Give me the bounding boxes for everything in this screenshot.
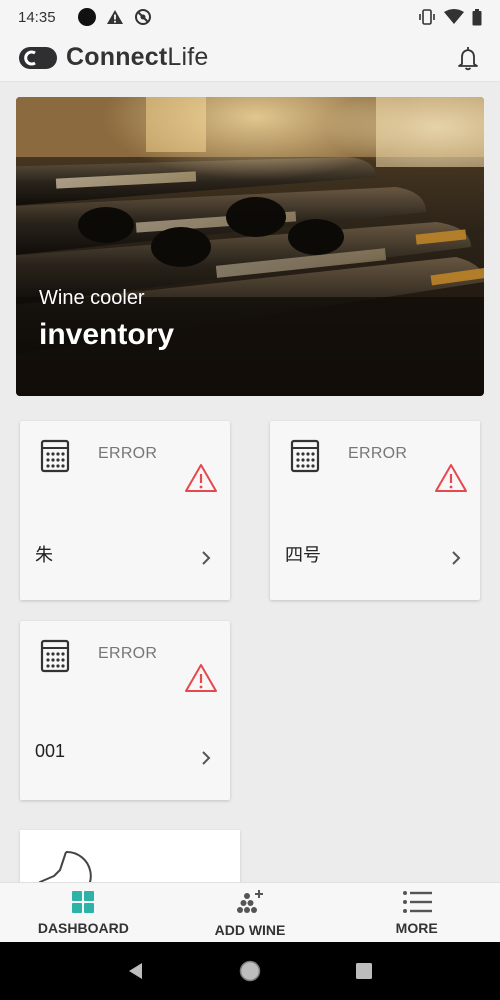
alert-icon bbox=[106, 10, 123, 24]
nav-add-wine[interactable]: ADD WINE bbox=[167, 883, 334, 942]
chevron-right-icon bbox=[202, 751, 211, 765]
device-name: 朱 bbox=[35, 545, 53, 565]
status-time: 14:35 bbox=[18, 8, 56, 26]
nav-more-label: MORE bbox=[395, 919, 438, 936]
app-header: ConnectLife bbox=[0, 34, 500, 82]
nav-more[interactable]: MORE bbox=[333, 883, 500, 942]
banner-text: Wine cooler inventory bbox=[39, 287, 174, 352]
add-wine-icon bbox=[237, 889, 263, 913]
system-navigation-bar bbox=[0, 942, 500, 1000]
home-icon[interactable] bbox=[238, 959, 262, 983]
device-status: ERROR bbox=[348, 445, 408, 462]
status-bar: 14:35 bbox=[0, 0, 500, 34]
list-icon bbox=[402, 890, 432, 913]
warning-icon bbox=[435, 464, 467, 492]
dashboard-grid-icon bbox=[72, 890, 95, 913]
chevron-right-icon bbox=[452, 551, 461, 565]
connectlife-logo: ConnectLife bbox=[18, 43, 209, 72]
recents-icon[interactable] bbox=[354, 961, 374, 981]
device-card[interactable]: ERROR 四号 bbox=[270, 421, 480, 600]
brand-bold: Connect bbox=[66, 43, 168, 71]
device-card[interactable]: ERROR 001 bbox=[20, 621, 230, 800]
wine-cooler-icon bbox=[40, 439, 70, 473]
notification-dot-icon bbox=[77, 8, 96, 26]
nav-add-wine-label: ADD WINE bbox=[214, 921, 286, 938]
notifications-bell-icon[interactable] bbox=[454, 44, 482, 72]
nav-dashboard-label: DASHBOARD bbox=[37, 919, 129, 936]
banner-subtitle: Wine cooler bbox=[39, 287, 145, 309]
vibrate-icon bbox=[419, 9, 435, 25]
device-name: 001 bbox=[35, 741, 66, 761]
nav-dashboard[interactable]: DASHBOARD bbox=[0, 883, 167, 942]
brand-light: Life bbox=[167, 43, 209, 71]
device-status: ERROR bbox=[98, 445, 158, 462]
banner-title: inventory bbox=[39, 318, 175, 351]
bottom-navigation: DASHBOARD ADD WINE MORE bbox=[0, 882, 500, 942]
service-card[interactable] bbox=[20, 830, 240, 890]
battery-icon bbox=[472, 8, 482, 25]
device-status: ERROR bbox=[98, 645, 158, 662]
chevron-right-icon bbox=[202, 551, 211, 565]
device-card[interactable]: ERROR 朱 bbox=[20, 421, 230, 600]
back-icon[interactable] bbox=[126, 961, 146, 981]
do-not-disturb-icon bbox=[134, 9, 151, 25]
warning-icon bbox=[185, 464, 217, 492]
logo-icon bbox=[19, 46, 57, 69]
wine-inventory-banner[interactable]: Wine cooler inventory bbox=[16, 97, 484, 396]
wine-cooler-icon bbox=[40, 639, 70, 673]
device-name: 四号 bbox=[285, 545, 321, 565]
wine-cooler-icon bbox=[290, 439, 320, 473]
warning-icon bbox=[185, 664, 217, 692]
wifi-icon bbox=[444, 9, 464, 24]
